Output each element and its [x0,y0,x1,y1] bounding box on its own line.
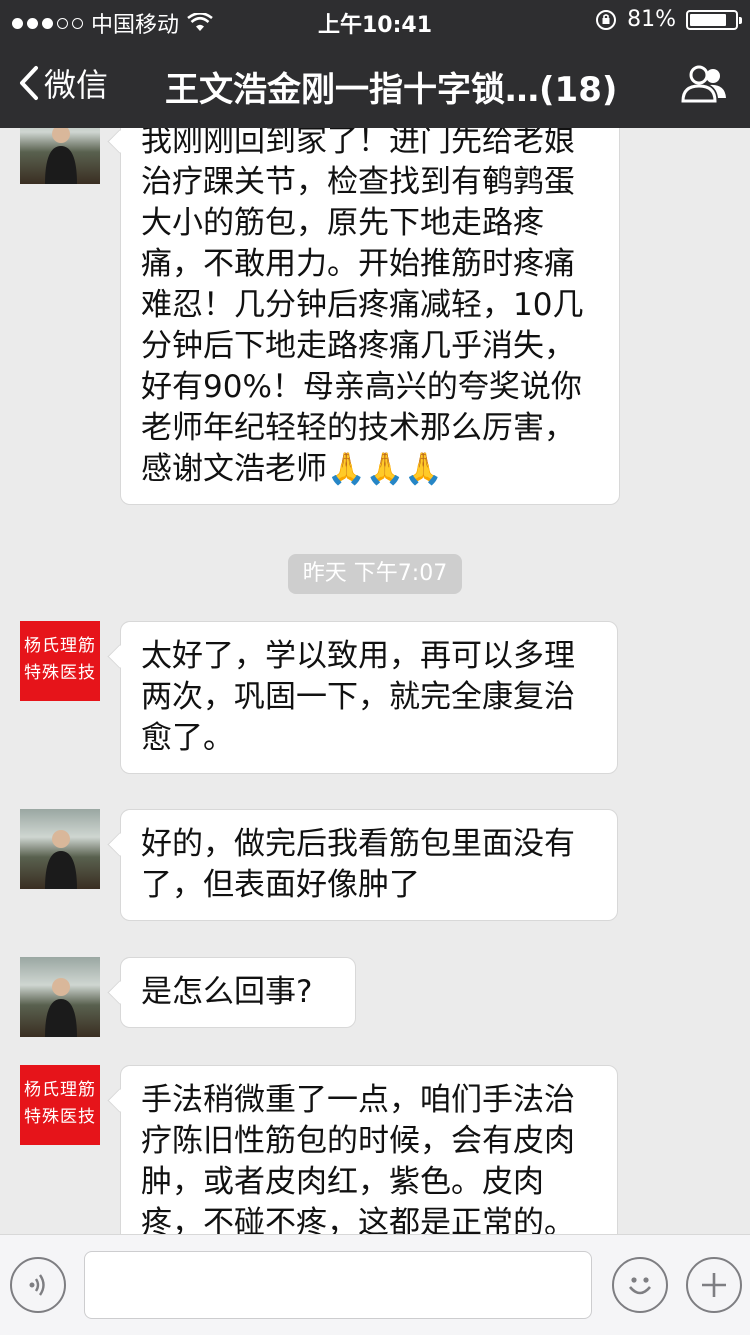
plus-icon [702,1273,726,1297]
chevron-left-icon [20,66,38,100]
message-input[interactable] [84,1251,592,1319]
avatar[interactable] [20,957,100,1037]
nav-bar: 微信 王文浩金刚一指十字锁…(18) [0,40,750,128]
avatar[interactable] [20,128,100,184]
emoji-button[interactable] [612,1257,668,1313]
voice-icon [29,1274,45,1296]
avatar-text-line: 杨氏理筋 [24,636,96,656]
group-members-icon[interactable] [680,64,728,104]
message-bubble[interactable]: 我刚刚回到家了！进门先给老娘治疗踝关节，检查找到有鹌鹑蛋大小的筋包，原先下地走路… [120,128,620,505]
input-bar [0,1234,750,1335]
status-bar: 中国移动 上午10:41 81% [0,0,750,40]
voice-button[interactable] [10,1257,66,1313]
person-figure [45,830,77,889]
message-bubble[interactable]: 手法稍微重了一点，咱们手法治疗陈旧性筋包的时候，会有皮肉肿，或者皮肉红，紫色。皮… [120,1065,618,1234]
message-text: 太好了，学以致用，再可以多理两次，巩固一下，就完全康复治愈了。 [141,638,575,756]
avatar-text-line: 特殊医技 [24,663,96,683]
back-label: 微信 [44,66,109,104]
person-figure [45,128,77,184]
person-figure [45,978,77,1037]
avatar[interactable] [20,809,100,889]
message-text: 手法稍微重了一点，咱们手法治疗陈旧性筋包的时候，会有皮肉肿，或者皮肉红，紫色。皮… [141,1082,575,1234]
message-bubble[interactable]: 好的，做完后我看筋包里面没有了，但表面好像肿了 [120,809,618,921]
avatar-text-line: 特殊医技 [24,1107,96,1127]
battery-percent: 81% [627,7,676,32]
avatar[interactable]: 杨氏理筋 特殊医技 [20,1065,100,1145]
message-bubble[interactable]: 太好了，学以致用，再可以多理两次，巩固一下，就完全康复治愈了。 [120,621,618,774]
message-text: 好的，做完后我看筋包里面没有了，但表面好像肿了 [141,826,575,903]
emoji-icon [629,1277,651,1295]
chat-title: 王文浩金刚一指十字锁…(18) [165,70,618,110]
message-text: 我刚刚回到家了！进门先给老娘治疗踝关节，检查找到有鹌鹑蛋大小的筋包，原先下地走路… [141,128,584,487]
status-right: 81% [595,7,742,32]
plus-button[interactable] [686,1257,742,1313]
battery-icon [686,9,742,30]
avatar[interactable]: 杨氏理筋 特殊医技 [20,621,100,701]
timestamp: 昨天 下午7:07 [288,554,462,594]
message-text: 是怎么回事? [141,974,313,1010]
message-bubble[interactable]: 是怎么回事? [120,957,356,1028]
chat-area[interactable]: 我刚刚回到家了！进门先给老娘治疗踝关节，检查找到有鹌鹑蛋大小的筋包，原先下地走路… [0,128,750,1234]
back-button[interactable]: 微信 [18,60,108,106]
rotation-lock-icon [596,9,617,30]
avatar-text-line: 杨氏理筋 [24,1080,96,1100]
